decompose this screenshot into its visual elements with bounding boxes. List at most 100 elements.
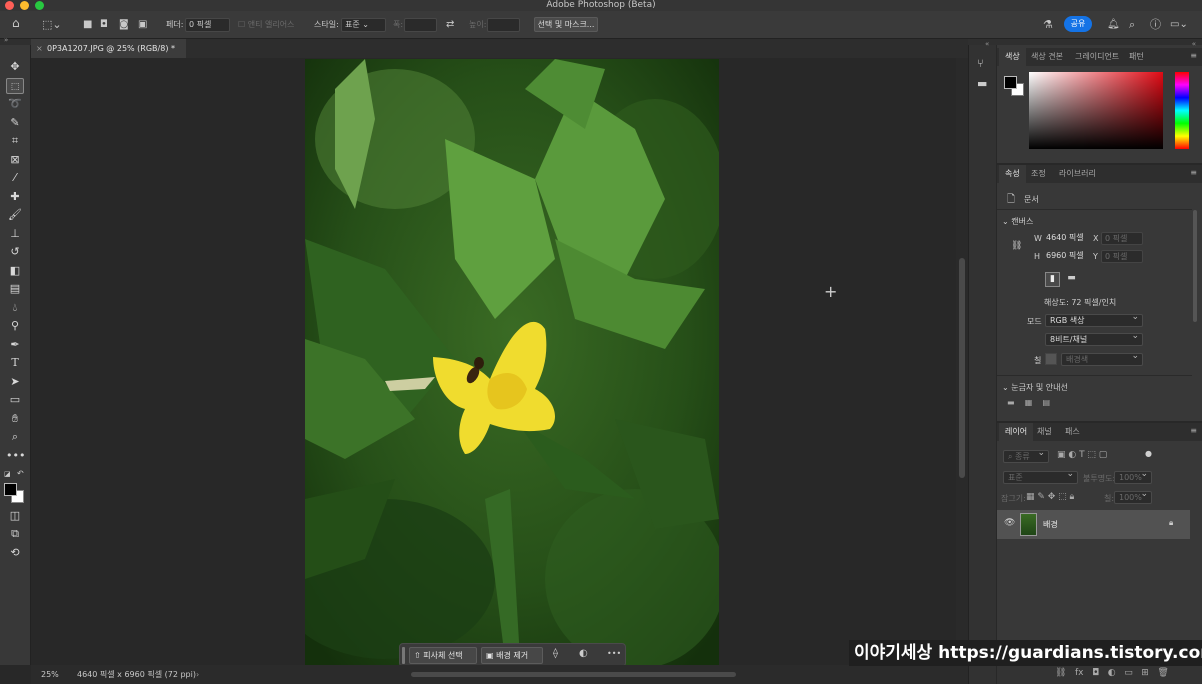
minimize-window-button[interactable] xyxy=(20,1,29,10)
collapse-toolbar-icon[interactable]: » xyxy=(4,36,8,44)
document-tab[interactable]: × 0P3A1207.JPG @ 25% (RGB/8) * xyxy=(31,39,186,58)
select-subject-button[interactable]: ⇧ 피사체 선택 xyxy=(409,647,477,664)
canvas-width-input[interactable]: 4640 픽셀 xyxy=(1043,232,1085,245)
type-tool-icon[interactable]: T xyxy=(6,355,24,371)
more-tools-icon[interactable]: ••• xyxy=(6,448,25,464)
close-tab-icon[interactable]: × xyxy=(36,39,43,58)
stamp-tool-icon[interactable]: ⊥ xyxy=(6,226,24,242)
tab-libraries[interactable]: 라이브러리 xyxy=(1053,165,1102,183)
zoom-window-button[interactable] xyxy=(35,1,44,10)
width-input[interactable] xyxy=(404,17,437,32)
home-icon[interactable]: ⌂ xyxy=(12,16,20,31)
quick-mask-icon[interactable]: ◫ xyxy=(6,508,24,524)
lasso-tool-icon[interactable]: ➰ xyxy=(6,96,24,112)
guide-layout-icons[interactable]: ▬ ▦ ▤ xyxy=(1007,398,1050,407)
workspace-icon[interactable]: ▭⌄ xyxy=(1170,17,1188,32)
layer-filter-select[interactable]: ⌕ 종류 xyxy=(1003,448,1049,463)
frame-tool-icon[interactable]: ⊠ xyxy=(6,152,24,168)
tab-paths[interactable]: 패스 xyxy=(1059,423,1086,441)
pen-tool-icon[interactable]: ✒ xyxy=(6,337,24,353)
opacity-input[interactable]: 100% xyxy=(1114,469,1152,484)
panel-menu-icon[interactable]: ≡ xyxy=(1190,51,1197,60)
layer-name[interactable]: 배경 xyxy=(1043,519,1058,530)
blend-mode-select[interactable]: 표준 xyxy=(1003,469,1078,484)
portrait-orientation-icon[interactable]: ▮ xyxy=(1045,272,1060,287)
close-window-button[interactable] xyxy=(5,1,14,10)
flask-icon[interactable]: ⚗ xyxy=(1043,17,1053,32)
tab-patterns[interactable]: 패턴 xyxy=(1123,48,1150,66)
tab-layers[interactable]: 레이어 xyxy=(999,423,1034,441)
canvas-section-header[interactable]: ⌄ 캔버스 xyxy=(1002,216,1033,227)
height-input[interactable] xyxy=(487,17,520,32)
select-and-mask-button[interactable]: 선택 및 마스크... xyxy=(534,17,598,32)
eyedropper-tool-icon[interactable]: ⁄ xyxy=(6,170,24,186)
bell-icon[interactable]: 🔔︎ xyxy=(1107,17,1120,32)
link-icon[interactable]: ⛓ xyxy=(1011,241,1022,251)
canvas-height-input[interactable]: 6960 픽셀 xyxy=(1043,250,1085,263)
marquee-preset-icon[interactable]: ⬚⌄ xyxy=(42,17,62,32)
subtract-selection-icon[interactable]: ◙ xyxy=(119,17,129,32)
swap-colors-icon[interactable]: ↶ xyxy=(17,469,24,478)
crop-tool-icon[interactable]: ⌗ xyxy=(6,133,24,149)
zoom-tool-icon[interactable]: ⌕ xyxy=(6,429,24,445)
layer-lock-icon[interactable]: 🔒︎ xyxy=(1169,518,1173,528)
blur-tool-icon[interactable]: 💧︎ xyxy=(6,300,24,316)
new-selection-icon[interactable]: ■ xyxy=(83,17,92,32)
tab-adjustments[interactable]: 조정 xyxy=(1025,165,1052,183)
search-icon[interactable]: ⌕ xyxy=(1129,17,1135,32)
guides-section-header[interactable]: ⌄ 눈금자 및 안내선 xyxy=(1002,382,1068,393)
quick-selection-tool-icon[interactable]: ✎ xyxy=(6,115,24,131)
document-image[interactable] xyxy=(305,59,719,665)
style-select[interactable]: 표준 ⌄ xyxy=(341,17,386,32)
hand-tool-icon[interactable]: ✋︎ xyxy=(6,411,24,427)
lock-icons[interactable]: ▦ ✎ ✥ ⬚ 🔒︎ xyxy=(1026,492,1074,502)
layer-filter-icons[interactable]: ▣ ◐ T ⬚ ▢ xyxy=(1057,450,1107,460)
drag-handle[interactable] xyxy=(402,647,405,664)
tab-color[interactable]: 색상 xyxy=(999,48,1026,66)
adjustment-icon[interactable]: ◐ xyxy=(579,648,588,659)
vertical-scrollbar[interactable] xyxy=(956,58,968,665)
fill-opacity-input[interactable]: 100% xyxy=(1114,489,1152,504)
rectangle-tool-icon[interactable]: ▭ xyxy=(6,392,24,408)
transform-icon[interactable]: ⟠ xyxy=(553,648,558,659)
generative-icon[interactable]: ⟲ xyxy=(6,545,24,561)
fill-select[interactable]: 배경색 xyxy=(1061,351,1143,366)
tab-swatches[interactable]: 색상 견본 xyxy=(1025,48,1069,66)
intersect-selection-icon[interactable]: ▣ xyxy=(138,17,147,32)
layers-footer-icons[interactable]: ⛓ fx ◘ ◐ ▭ ⊞ 🗑︎ xyxy=(1055,668,1169,678)
tab-properties[interactable]: 속성 xyxy=(999,165,1026,183)
move-tool-icon[interactable]: ✥ xyxy=(6,59,24,75)
filter-toggle-icon[interactable]: ● xyxy=(1145,449,1152,458)
gradient-tool-icon[interactable]: ▤ xyxy=(6,281,24,297)
feather-input[interactable]: 0 픽셀 xyxy=(185,17,230,32)
canvas-x-input[interactable]: 0 픽셀 xyxy=(1101,232,1143,245)
healing-brush-tool-icon[interactable]: ✚ xyxy=(6,189,24,205)
antialias-checkbox[interactable]: ☐ 앤티 앨리어스 xyxy=(238,17,294,32)
screen-mode-icon[interactable]: ⧉ xyxy=(6,526,24,542)
eraser-tool-icon[interactable]: ◧ xyxy=(6,263,24,279)
comments-panel-icon[interactable]: ▬ xyxy=(977,77,987,90)
bit-depth-select[interactable]: 8비트/채널 xyxy=(1045,331,1143,346)
default-colors-icon[interactable]: ◪ xyxy=(4,470,11,478)
zoom-level[interactable]: 25% xyxy=(41,665,59,684)
brush-tool-icon[interactable]: 🖌︎ xyxy=(6,207,24,223)
collapse-icons-icon[interactable]: « xyxy=(985,40,989,48)
hue-slider[interactable] xyxy=(1175,72,1189,149)
marquee-tool-icon[interactable]: ⬚ xyxy=(6,78,24,94)
color-mode-select[interactable]: RGB 색상 xyxy=(1045,312,1143,327)
properties-menu-icon[interactable]: ≡ xyxy=(1190,168,1197,177)
color-fg-swatch[interactable] xyxy=(1004,76,1017,89)
share-button[interactable]: 공유 xyxy=(1064,16,1092,32)
help-icon[interactable]: ⓘ xyxy=(1150,17,1161,32)
landscape-orientation-icon[interactable]: ▬ xyxy=(1064,272,1079,287)
scrollbar-thumb[interactable] xyxy=(959,258,965,478)
canvas-y-input[interactable]: 0 픽셀 xyxy=(1101,250,1143,263)
dodge-tool-icon[interactable]: ⚲ xyxy=(6,318,24,334)
swap-icon[interactable]: ⇄ xyxy=(446,17,454,32)
remove-background-button[interactable]: ▣ 배경 제거 xyxy=(481,647,543,664)
color-picker-field[interactable] xyxy=(1029,72,1163,149)
layers-menu-icon[interactable]: ≡ xyxy=(1190,426,1197,435)
horizontal-scrollbar[interactable] xyxy=(411,672,736,677)
history-panel-icon[interactable]: ⑂ xyxy=(977,57,984,70)
status-chevron-icon[interactable]: › xyxy=(196,665,199,684)
